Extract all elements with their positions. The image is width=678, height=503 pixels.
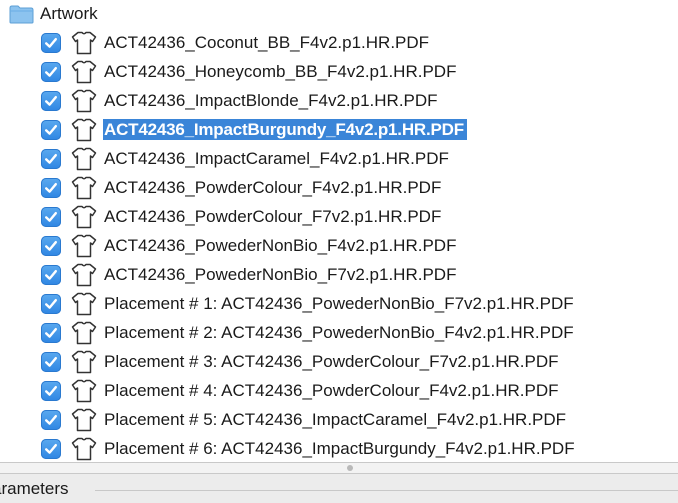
checkbox[interactable] xyxy=(41,439,61,459)
artwork-file-list: ACT42436_Coconut_BB_F4v2.p1.HR.PDF ACT424… xyxy=(0,28,678,463)
file-label: Placement # 4: ACT42436_PowderColour_F4v… xyxy=(104,381,559,400)
file-label: Placement # 3: ACT42436_PowderColour_F7v… xyxy=(104,352,559,371)
shirt-file-icon xyxy=(71,147,97,171)
shirt-file-icon xyxy=(71,118,97,142)
file-label: ACT42436_ImpactBlonde_F4v2.p1.HR.PDF xyxy=(104,91,438,110)
checkmark-icon xyxy=(45,241,57,251)
file-label: Placement # 2: ACT42436_PowederNonBio_F4… xyxy=(104,323,574,342)
file-row[interactable]: Placement # 3: ACT42436_PowderColour_F7v… xyxy=(0,347,678,376)
file-row[interactable]: Placement # 2: ACT42436_PowederNonBio_F4… xyxy=(0,318,678,347)
shirt-file-icon xyxy=(71,205,97,229)
parameters-label: arameters xyxy=(0,479,69,498)
file-row[interactable]: Placement # 6: ACT42436_ImpactBurgundy_F… xyxy=(0,434,678,463)
checkmark-icon xyxy=(45,67,57,77)
checkmark-icon xyxy=(45,154,57,164)
checkmark-icon xyxy=(45,357,57,367)
shirt-file-icon xyxy=(71,350,97,374)
checkbox[interactable] xyxy=(41,294,61,314)
file-label: ACT42436_PowderColour_F4v2.p1.HR.PDF xyxy=(104,178,442,197)
checkmark-icon xyxy=(45,96,57,106)
checkmark-icon xyxy=(45,299,57,309)
file-row[interactable]: Placement # 5: ACT42436_ImpactCaramel_F4… xyxy=(0,405,678,434)
file-row[interactable]: ACT42436_ImpactBlonde_F4v2.p1.HR.PDF xyxy=(0,86,678,115)
parameters-separator xyxy=(95,490,678,491)
checkmark-icon xyxy=(45,328,57,338)
shirt-file-icon xyxy=(71,89,97,113)
checkmark-icon xyxy=(45,415,57,425)
file-label: ACT42436_Coconut_BB_F4v2.p1.HR.PDF xyxy=(104,33,430,52)
file-row[interactable]: Placement # 1: ACT42436_PowederNonBio_F7… xyxy=(0,289,678,318)
checkbox[interactable] xyxy=(41,178,61,198)
divider-handle-icon[interactable] xyxy=(347,465,353,471)
file-row[interactable]: ACT42436_Coconut_BB_F4v2.p1.HR.PDF xyxy=(0,28,678,57)
folder-row-artwork[interactable]: Artwork xyxy=(0,0,678,28)
file-label: ACT42436_ImpactCaramel_F4v2.p1.HR.PDF xyxy=(104,149,449,168)
file-row[interactable]: ACT42436_PowederNonBio_F4v2.p1.HR.PDF xyxy=(0,231,678,260)
checkbox[interactable] xyxy=(41,265,61,285)
checkmark-icon xyxy=(45,270,57,280)
checkmark-icon xyxy=(45,38,57,48)
parameters-header[interactable]: arameters xyxy=(0,474,678,503)
file-label: ACT42436_PowderColour_F7v2.p1.HR.PDF xyxy=(104,207,442,226)
shirt-file-icon xyxy=(71,321,97,345)
file-label: ACT42436_PowederNonBio_F4v2.p1.HR.PDF xyxy=(104,236,457,255)
checkbox[interactable] xyxy=(41,410,61,430)
checkmark-icon xyxy=(45,125,57,135)
checkbox[interactable] xyxy=(41,62,61,82)
shirt-file-icon xyxy=(71,263,97,287)
shirt-file-icon xyxy=(71,234,97,258)
split-divider[interactable] xyxy=(0,462,678,474)
shirt-file-icon xyxy=(71,292,97,316)
shirt-file-icon xyxy=(71,408,97,432)
file-row[interactable]: ACT42436_PowderColour_F4v2.p1.HR.PDF xyxy=(0,173,678,202)
checkbox[interactable] xyxy=(41,236,61,256)
file-row[interactable]: Placement # 4: ACT42436_PowderColour_F4v… xyxy=(0,376,678,405)
checkbox[interactable] xyxy=(41,381,61,401)
checkbox[interactable] xyxy=(41,149,61,169)
checkbox[interactable] xyxy=(41,352,61,372)
file-row[interactable]: ACT42436_PowederNonBio_F7v2.p1.HR.PDF xyxy=(0,260,678,289)
file-row[interactable]: ACT42436_Honeycomb_BB_F4v2.p1.HR.PDF xyxy=(0,57,678,86)
folder-icon xyxy=(9,5,34,24)
file-row[interactable]: ACT42436_ImpactCaramel_F4v2.p1.HR.PDF xyxy=(0,144,678,173)
checkbox[interactable] xyxy=(41,91,61,111)
shirt-file-icon xyxy=(71,176,97,200)
file-label: Placement # 6: ACT42436_ImpactBurgundy_F… xyxy=(104,439,575,458)
checkmark-icon xyxy=(45,183,57,193)
checkmark-icon xyxy=(45,444,57,454)
file-label: ACT42436_ImpactBurgundy_F4v2.p1.HR.PDF xyxy=(103,119,467,140)
checkbox[interactable] xyxy=(41,33,61,53)
checkbox[interactable] xyxy=(41,120,61,140)
file-label: Placement # 5: ACT42436_ImpactCaramel_F4… xyxy=(104,410,567,429)
shirt-file-icon xyxy=(71,379,97,403)
checkmark-icon xyxy=(45,386,57,396)
file-label: ACT42436_Honeycomb_BB_F4v2.p1.HR.PDF xyxy=(104,62,457,81)
file-row[interactable]: ACT42436_PowderColour_F7v2.p1.HR.PDF xyxy=(0,202,678,231)
checkmark-icon xyxy=(45,212,57,222)
shirt-file-icon xyxy=(71,437,97,461)
artwork-panel: Artwork ACT42436_Coconut_BB_F4v2.p1.HR.P… xyxy=(0,0,678,503)
shirt-file-icon xyxy=(71,60,97,84)
file-row[interactable]: ACT42436_ImpactBurgundy_F4v2.p1.HR.PDF xyxy=(0,115,678,144)
checkbox[interactable] xyxy=(41,323,61,343)
shirt-file-icon xyxy=(71,31,97,55)
folder-label: Artwork xyxy=(40,4,98,23)
file-label: ACT42436_PowederNonBio_F7v2.p1.HR.PDF xyxy=(104,265,457,284)
file-label: Placement # 1: ACT42436_PowederNonBio_F7… xyxy=(104,294,574,313)
checkbox[interactable] xyxy=(41,207,61,227)
